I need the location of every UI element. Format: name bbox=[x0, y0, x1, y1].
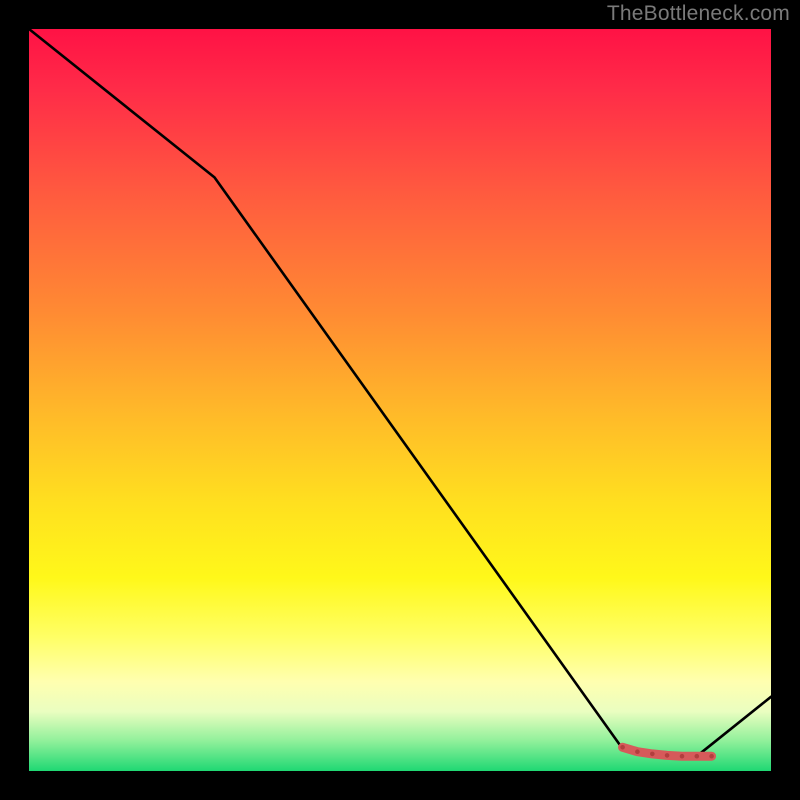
chart-frame: TheBottleneck.com bbox=[0, 0, 800, 800]
optimal-range-dot bbox=[680, 754, 685, 759]
bottleneck-curve-line bbox=[29, 29, 771, 756]
watermark-text: TheBottleneck.com bbox=[607, 2, 790, 26]
optimal-range-marker bbox=[620, 745, 714, 759]
chart-overlay-svg bbox=[29, 29, 771, 771]
optimal-range-dot bbox=[695, 754, 700, 759]
optimal-range-dot bbox=[635, 749, 640, 754]
optimal-range-dot bbox=[620, 745, 625, 750]
plot-area bbox=[29, 29, 771, 771]
optimal-range-dot bbox=[665, 753, 670, 758]
optimal-range-dot bbox=[650, 752, 655, 757]
optimal-range-dot bbox=[709, 754, 714, 759]
